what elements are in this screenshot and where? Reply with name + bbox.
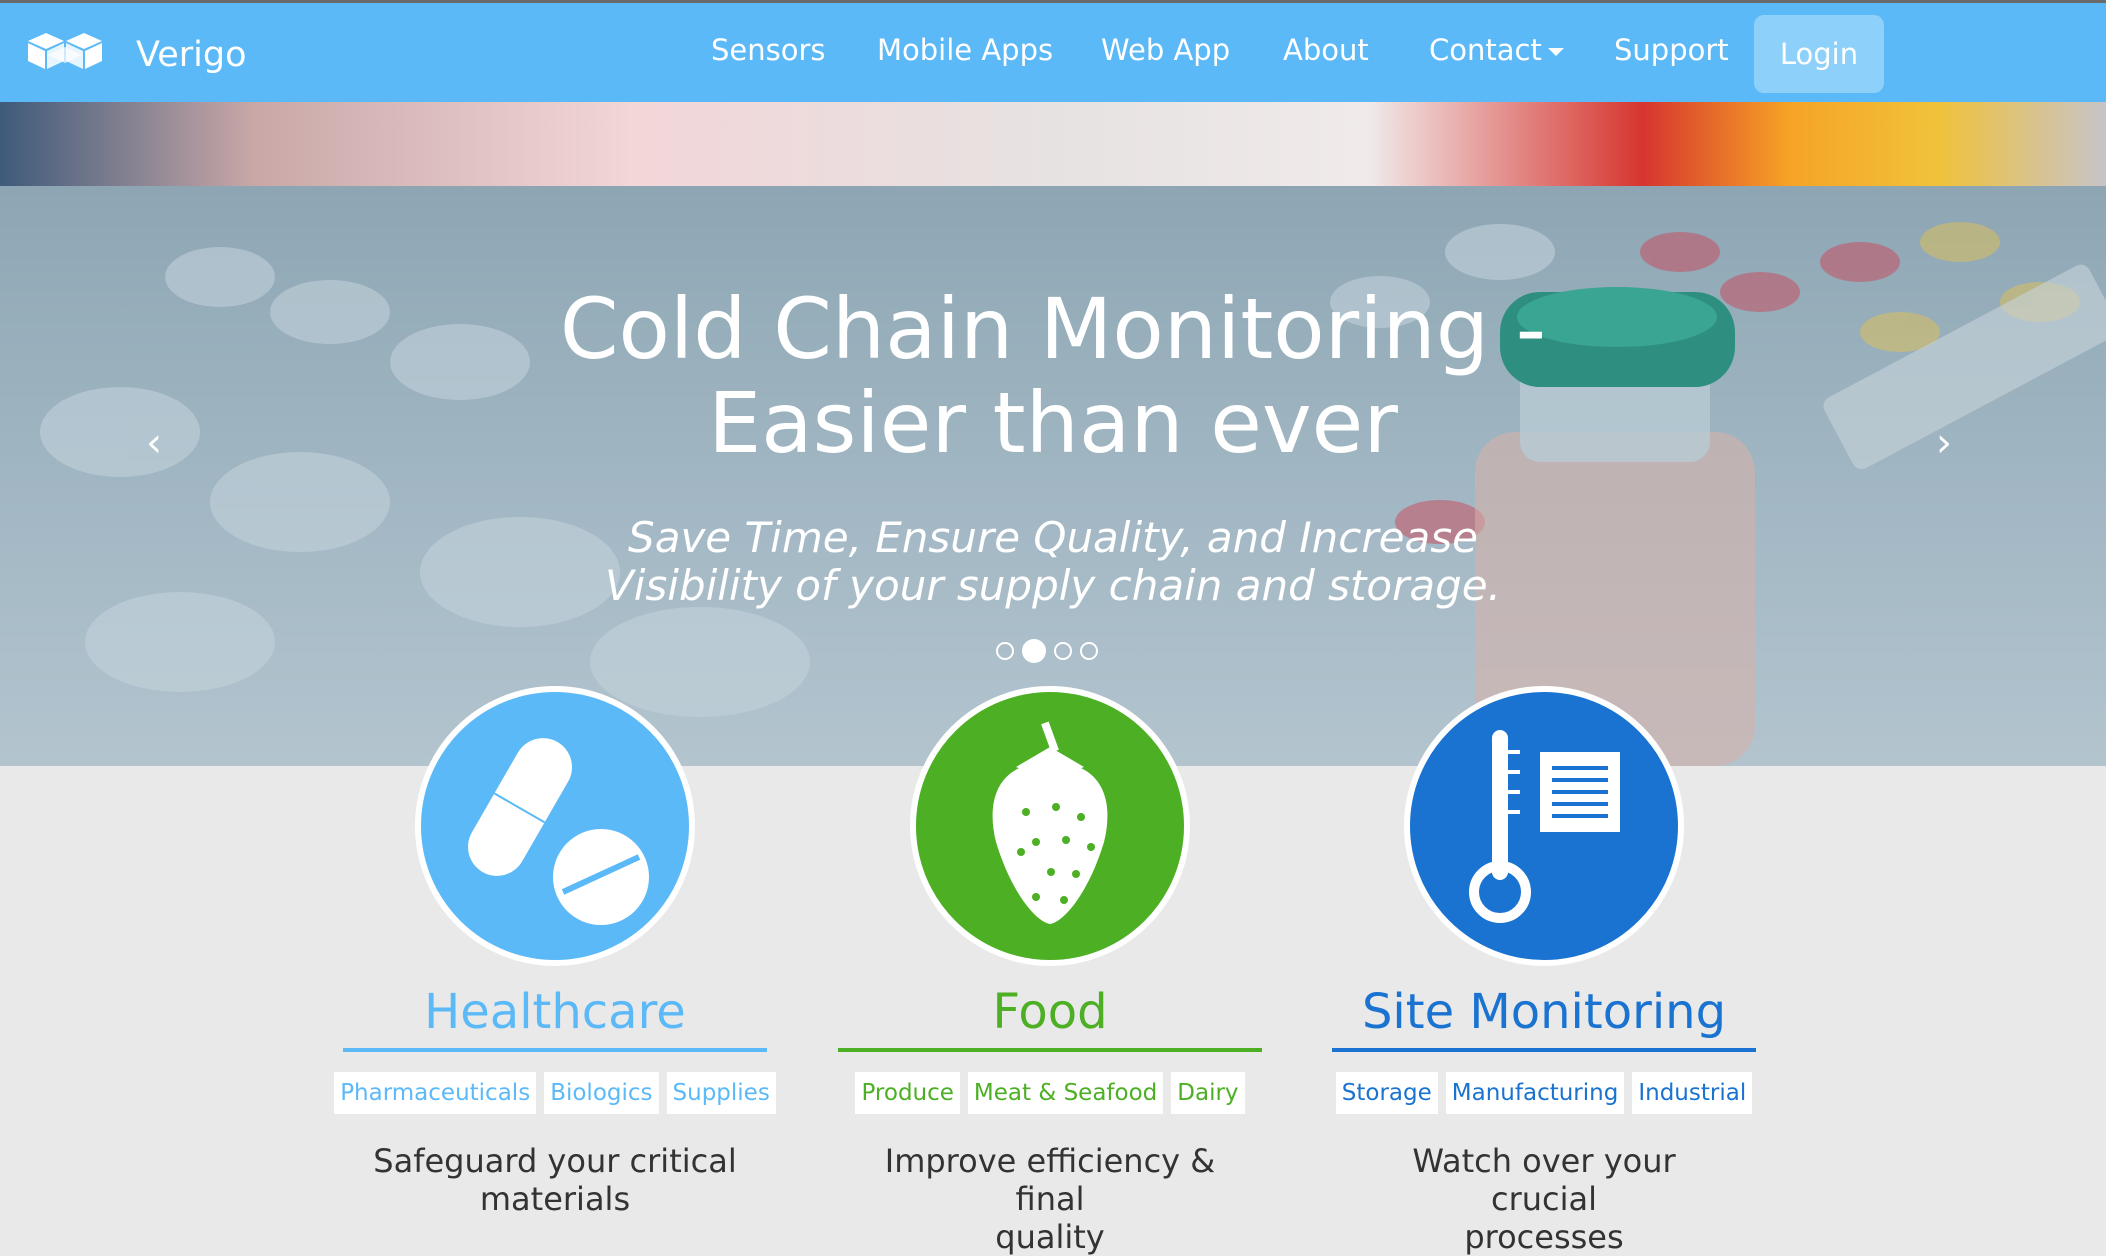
nav-contact[interactable]: Contact (1429, 33, 1564, 67)
thermometer-document-icon[interactable] (1404, 686, 1684, 966)
feature-description-line1: Watch over your crucial (1412, 1142, 1676, 1218)
feature-tags: Storage Manufacturing Industrial (1332, 1072, 1756, 1114)
carousel-dot-4[interactable] (1080, 642, 1098, 660)
feature-underline (1332, 1048, 1756, 1052)
nav-about[interactable]: About (1283, 33, 1369, 67)
navbar: Verigo Sensors Mobile Apps Web App About… (0, 0, 2106, 102)
feature-title[interactable]: Healthcare (343, 984, 767, 1040)
features-section: Healthcare Pharmaceuticals Biologics Sup… (0, 686, 2106, 1256)
carousel-dot-1[interactable] (996, 642, 1014, 660)
brand[interactable]: Verigo (24, 29, 247, 81)
tag-produce[interactable]: Produce (855, 1072, 960, 1114)
tag-meat-seafood[interactable]: Meat & Seafood (967, 1072, 1164, 1114)
tag-supplies[interactable]: Supplies (666, 1072, 776, 1114)
hero-carousel: ‹ › Cold Chain Monitoring - Easier than … (0, 102, 2106, 766)
feature-underline (838, 1048, 1262, 1052)
feature-description-line2: quality (995, 1218, 1105, 1256)
hero-subtitle-line1: Save Time, Ensure Quality, and Increase (628, 513, 1478, 562)
feature-description-line2: processes (1464, 1218, 1624, 1256)
tag-storage[interactable]: Storage (1335, 1072, 1438, 1114)
strawberry-icon[interactable] (910, 686, 1190, 966)
hero-title-line2: Easier than ever (708, 374, 1398, 472)
feature-title[interactable]: Site Monitoring (1332, 984, 1756, 1040)
carousel-dot-2[interactable] (1022, 639, 1046, 663)
tag-pharmaceuticals[interactable]: Pharmaceuticals (334, 1072, 537, 1114)
hero-subtitle: Save Time, Ensure Quality, and Increase … (0, 514, 2106, 610)
cube-logo-icon (28, 33, 102, 69)
carousel-indicators (996, 639, 1098, 663)
tag-manufacturing[interactable]: Manufacturing (1445, 1072, 1625, 1114)
hero-title: Cold Chain Monitoring - Easier than ever (0, 282, 2106, 470)
feature-title[interactable]: Food (838, 984, 1262, 1040)
tag-dairy[interactable]: Dairy (1171, 1072, 1245, 1114)
nav-contact-label: Contact (1429, 33, 1542, 67)
feature-description: Watch over your crucial processes (1362, 1142, 1726, 1256)
login-button[interactable]: Login (1754, 15, 1884, 93)
hero-title-line1: Cold Chain Monitoring - (559, 280, 1547, 378)
pills-icon[interactable] (415, 686, 695, 966)
caret-down-icon (1547, 48, 1564, 56)
hero-subtitle-line2: Visibility of your supply chain and stor… (605, 561, 1501, 610)
feature-tags: Produce Meat & Seafood Dairy (838, 1072, 1262, 1114)
feature-description-line1: Safeguard your critical (373, 1142, 737, 1180)
feature-description-line1: Improve efficiency & final (884, 1142, 1216, 1218)
feature-underline (343, 1048, 767, 1052)
feature-tags: Pharmaceuticals Biologics Supplies (334, 1072, 776, 1114)
tag-biologics[interactable]: Biologics (544, 1072, 659, 1114)
nav-mobile-apps[interactable]: Mobile Apps (877, 33, 1053, 67)
nav-web-app[interactable]: Web App (1101, 33, 1230, 67)
carousel-dot-3[interactable] (1054, 642, 1072, 660)
nav-support[interactable]: Support (1614, 33, 1729, 67)
feature-description: Improve efficiency & final quality (868, 1142, 1232, 1256)
tag-industrial[interactable]: Industrial (1632, 1072, 1753, 1114)
nav-sensors[interactable]: Sensors (711, 33, 826, 67)
brand-name: Verigo (136, 35, 247, 75)
feature-description: Safeguard your critical materials (373, 1142, 737, 1218)
feature-description-line2: materials (479, 1180, 631, 1218)
